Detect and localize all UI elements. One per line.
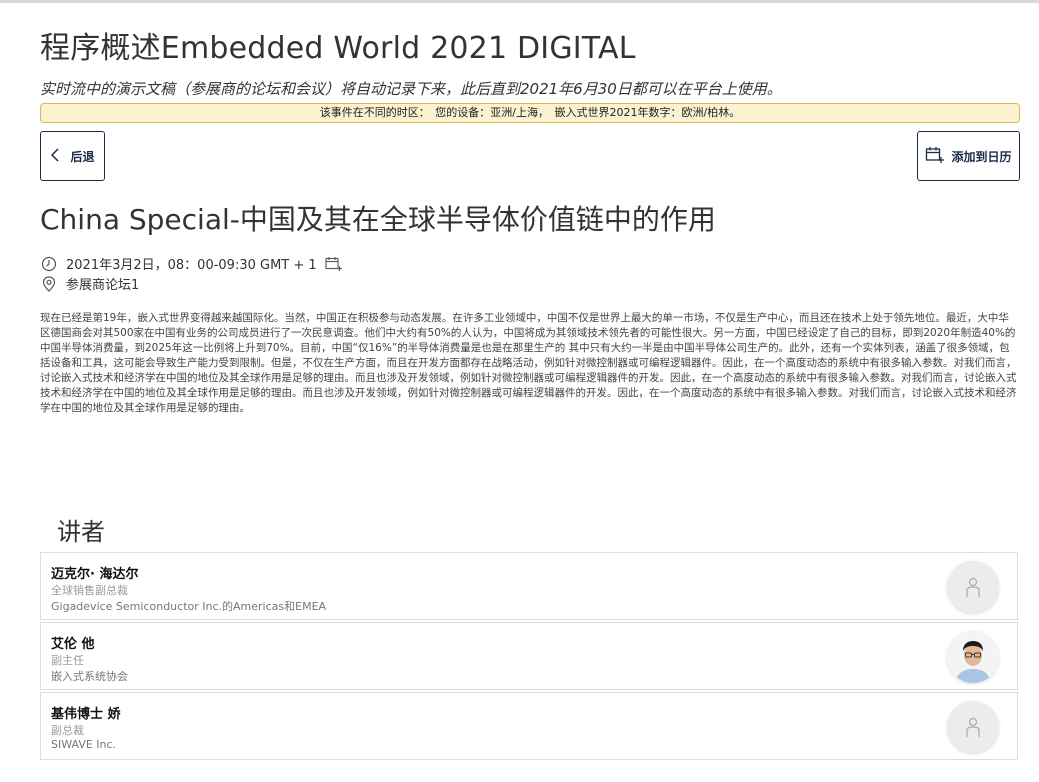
chevron-left-icon bbox=[50, 146, 60, 167]
speaker-card[interactable]: 基伟博士 娇 副总裁 SIWAVE Inc. bbox=[40, 692, 1018, 760]
clock-icon bbox=[40, 255, 58, 273]
location-pin-icon bbox=[40, 275, 58, 293]
speaker-role: 全球销售副总裁 bbox=[51, 584, 128, 597]
session-title: China Special-中国及其在全球半导体价值链中的作用 bbox=[40, 203, 716, 236]
add-to-calendar-label: 添加到日历 bbox=[951, 149, 1012, 164]
placeholder-person-icon bbox=[947, 561, 999, 613]
speaker-card[interactable]: 艾伦 他 副主任 嵌入式系统协会 bbox=[40, 622, 1018, 690]
placeholder-person-icon bbox=[947, 701, 999, 753]
session-location-row: 参展商论坛1 bbox=[40, 274, 139, 293]
speaker-photo-avatar bbox=[947, 631, 999, 683]
speaker-name: 基伟博士 娇 bbox=[51, 707, 121, 722]
speaker-org: 嵌入式系统协会 bbox=[51, 670, 128, 683]
speaker-card[interactable]: 迈克尔· 海达尔 全球销售副总裁 Gigadevice Semiconducto… bbox=[40, 552, 1018, 620]
timezone-notice: 该事件在不同的时区： 您的设备：亚洲/上海， 嵌入式世界2021年数字：欧洲/柏… bbox=[40, 103, 1020, 123]
speaker-role: 副总裁 bbox=[51, 724, 84, 737]
back-button[interactable]: 后退 bbox=[40, 131, 105, 181]
session-datetime: 2021年3月2日，08：00-09:30 GMT + 1 bbox=[66, 258, 317, 273]
speaker-role: 副主任 bbox=[51, 654, 84, 667]
page-title: 程序概述Embedded World 2021 DIGITAL bbox=[40, 31, 636, 67]
speaker-name: 迈克尔· 海达尔 bbox=[51, 567, 139, 582]
speaker-org: SIWAVE Inc. bbox=[51, 738, 117, 751]
session-location: 参展商论坛1 bbox=[66, 278, 140, 293]
top-strip bbox=[0, 0, 1039, 3]
calendar-plus-icon[interactable] bbox=[325, 255, 343, 273]
recording-notice: 实时流中的演示文稿（参展商的论坛和会议）将自动记录下来，此后直到2021年6月3… bbox=[40, 80, 782, 98]
session-description: 现在已经是第19年，嵌入式世界变得越来越国际化。当然，中国正在积极参与动态发展。… bbox=[40, 312, 1017, 414]
speaker-org: Gigadevice Semiconductor Inc.的Americas和E… bbox=[51, 600, 327, 613]
session-datetime-row: 2021年3月2日，08：00-09:30 GMT + 1 bbox=[40, 254, 343, 273]
speaker-name: 艾伦 他 bbox=[51, 637, 95, 652]
add-to-calendar-button[interactable]: 添加到日历 bbox=[917, 131, 1020, 181]
back-label: 后退 bbox=[70, 149, 95, 164]
speakers-heading: 讲者 bbox=[57, 518, 105, 546]
calendar-plus-icon bbox=[925, 146, 945, 167]
